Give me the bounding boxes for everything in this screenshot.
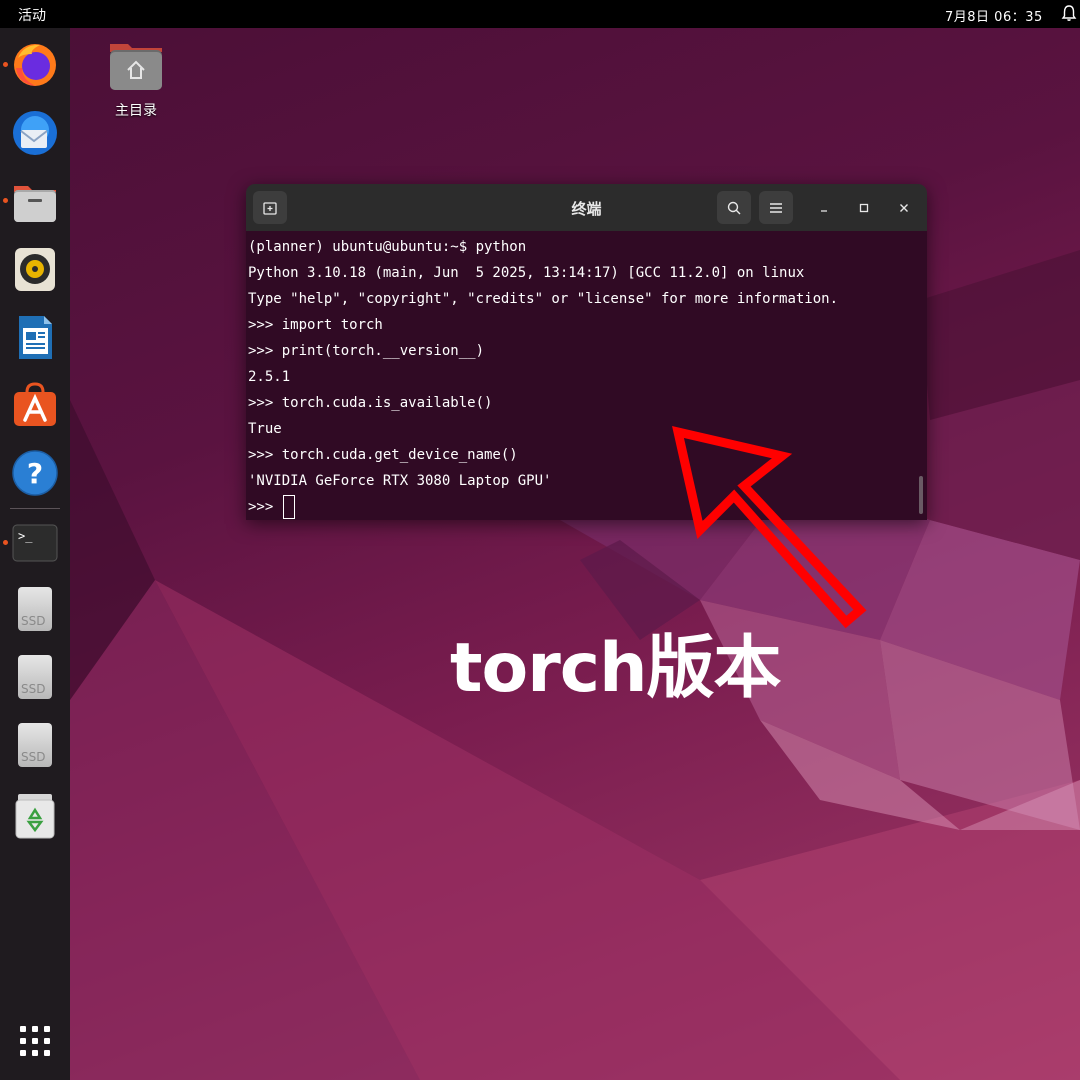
thunderbird-icon [13, 111, 57, 155]
dock-item-firefox[interactable] [10, 40, 60, 90]
maximize-icon [859, 203, 869, 213]
annotation-arrow [672, 426, 867, 629]
terminal-icon: >_ [12, 524, 58, 562]
dock: ? >_ SSD SSD SSD [0, 28, 70, 1080]
drive-icon: SSD [18, 655, 52, 699]
trash-icon [15, 794, 55, 839]
terminal-line: Type "help", "copyright", "credits" or "… [248, 291, 839, 307]
minimize-button[interactable] [812, 196, 836, 220]
files-icon [14, 186, 56, 222]
clock[interactable]: 7月8日 06：35 [945, 6, 1043, 25]
dock-item-drive[interactable]: SSD [10, 584, 60, 634]
terminal-line: >>> torch.cuda.is_available() [248, 395, 493, 411]
maximize-button[interactable] [852, 196, 876, 220]
running-indicator [3, 540, 8, 545]
rhythmbox-icon [15, 248, 55, 291]
top-bar: 活动 7月8日 06：35 [0, 0, 1080, 28]
activities-button[interactable]: 活动 [18, 5, 46, 25]
firefox-icon [14, 44, 56, 86]
terminal-headerbar[interactable]: 终端 [246, 184, 927, 231]
desktop-home-folder[interactable]: 主目录 [100, 38, 172, 120]
dock-separator [10, 508, 60, 509]
dock-item-writer[interactable] [10, 312, 60, 362]
text-cursor [282, 495, 295, 519]
dock-item-terminal[interactable]: >_ [10, 518, 60, 568]
dock-item-drive[interactable]: SSD [10, 720, 60, 770]
terminal-line: Python 3.10.18 (main, Jun 5 2025, 13:14:… [248, 265, 805, 281]
drive-icon: SSD [18, 723, 52, 767]
app-center-icon [14, 382, 56, 426]
desktop-wallpaper [70, 250, 1080, 1080]
app-grid-icon [20, 1026, 50, 1056]
help-icon: ? [12, 450, 58, 496]
search-button[interactable] [717, 191, 751, 224]
hamburger-menu-icon [770, 202, 782, 213]
dock-item-trash[interactable] [10, 790, 60, 840]
menu-button[interactable] [759, 191, 793, 224]
dock-item-files[interactable] [10, 176, 60, 226]
show-apps-button[interactable] [10, 1016, 60, 1066]
drive-icon: SSD [18, 587, 52, 631]
running-indicator [3, 62, 8, 67]
terminal-prompt: >>> [248, 499, 282, 515]
dock-item-app-center[interactable] [10, 380, 60, 430]
home-folder-label: 主目录 [115, 103, 157, 119]
search-icon [727, 201, 741, 214]
close-icon [900, 204, 908, 212]
dock-item-rhythmbox[interactable] [10, 244, 60, 294]
svg-text:>_: >_ [18, 529, 33, 543]
terminal-line: >>> import torch [248, 317, 383, 333]
running-indicator [3, 198, 8, 203]
dock-item-thunderbird[interactable] [10, 108, 60, 158]
terminal-line: >>> print(torch.__version__) [248, 343, 485, 359]
terminal-line: (planner) ubuntu@ubuntu:~$ python [248, 239, 527, 255]
writer-icon [19, 316, 52, 359]
dock-item-drive[interactable]: SSD [10, 652, 60, 702]
minimize-icon [821, 210, 827, 212]
dock-item-help[interactable]: ? [10, 448, 60, 498]
terminal-line: 2.5.1 [248, 369, 291, 385]
home-folder-icon [110, 44, 162, 90]
bell-icon[interactable] [1060, 4, 1078, 22]
terminal-scrollbar[interactable] [919, 476, 923, 514]
svg-text:?: ? [27, 457, 43, 490]
close-button[interactable] [892, 196, 916, 220]
